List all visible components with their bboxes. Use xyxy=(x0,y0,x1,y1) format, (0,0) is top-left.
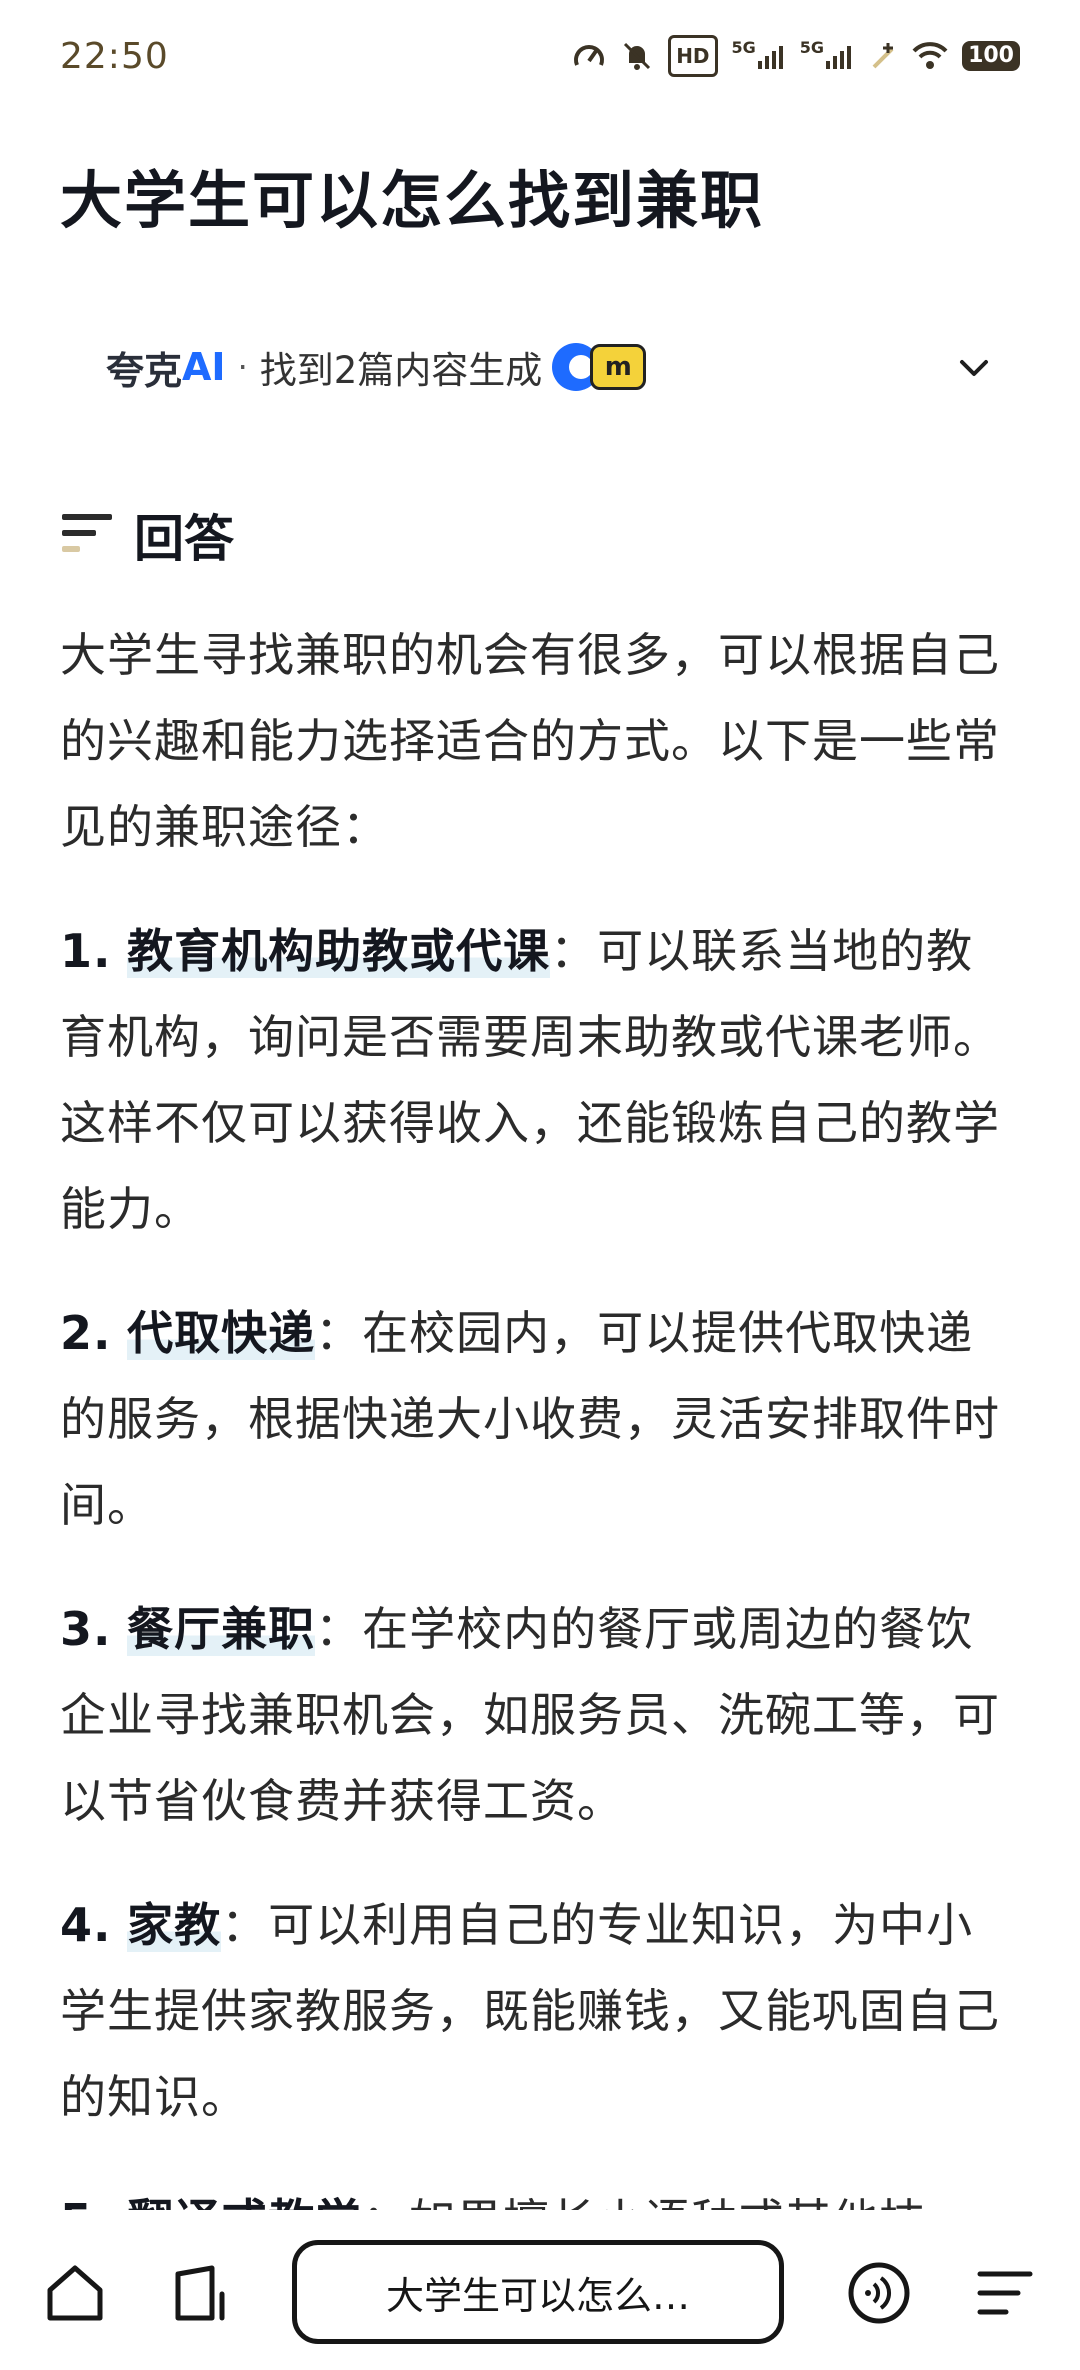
source-logos: m xyxy=(552,343,647,391)
answer-intro: 大学生寻找兼职的机会有很多，可以根据自己的兴趣和能力选择适合的方式。以下是一些常… xyxy=(60,628,1000,854)
answer-header: 回答 xyxy=(60,505,234,568)
brand-name: 夸克 xyxy=(106,348,183,393)
list-item: 1. 教育机构助教或代课：可以联系当地的教育机构，询问是否需要周末助教或代课老师… xyxy=(60,908,1020,1252)
item-text: 如果擅长小语种或其他技 xyxy=(409,2194,926,2210)
item-title: 教育机构助教或代课 xyxy=(127,924,551,978)
item-separator: ： xyxy=(315,1306,363,1360)
source-separator: · xyxy=(237,348,248,386)
item-separator: ： xyxy=(315,1602,363,1656)
menu-icon[interactable] xyxy=(972,2260,1038,2326)
bottom-nav: 大学生可以怎么… xyxy=(0,2210,1080,2370)
item-number: 4. xyxy=(60,1898,112,1952)
item-separator: ： xyxy=(362,2194,409,2210)
answer-title: 回答 xyxy=(134,510,234,568)
list-item: 3. 餐厅兼职：在学校内的餐厅或周边的餐饮企业寻找兼职机会，如服务员、洗碗工等，… xyxy=(60,1586,1020,1844)
voice-icon[interactable] xyxy=(846,2260,912,2326)
item-number: 2. xyxy=(60,1306,112,1360)
source-logo-m-icon: m xyxy=(590,344,647,390)
source-summary[interactable]: 夸克 AI · 找到2篇内容生成 m xyxy=(106,332,988,402)
query-pill-label: 大学生可以怎么… xyxy=(385,2273,690,2318)
list-item: 4. 家教：可以利用自己的专业知识，为中小学生提供家教服务，既能赚钱，又能巩固自… xyxy=(60,1882,1020,2140)
item-title: 翻译或教学 xyxy=(127,2194,363,2210)
answer-lines-icon xyxy=(62,514,112,552)
item-separator: ： xyxy=(221,1898,269,1952)
chevron-down-icon[interactable] xyxy=(954,348,994,388)
item-number: 3. xyxy=(60,1602,112,1656)
scroll-area[interactable]: 大学生可以怎么找到兼职 夸克 AI · 找到2篇内容生成 m 回答 大学生寻找兼职… xyxy=(0,0,1080,2210)
page-title: 大学生可以怎么找到兼职 xyxy=(60,164,765,237)
item-title: 代取快递 xyxy=(127,1306,316,1360)
item-separator: ： xyxy=(550,924,598,978)
list-item: 2. 代取快递：在校园内，可以提供代取快递的服务，根据快递大小收费，灵活安排取件… xyxy=(60,1290,1020,1548)
tabs-icon[interactable] xyxy=(168,2260,234,2326)
item-number: 1. xyxy=(60,924,112,978)
home-icon[interactable] xyxy=(42,2260,108,2326)
brand-ai: AI xyxy=(182,345,226,389)
query-pill-button[interactable]: 大学生可以怎么… xyxy=(292,2240,784,2344)
list-item: 5. 翻译或教学：如果擅长小语种或其他技 xyxy=(60,2178,1020,2210)
item-title: 家教 xyxy=(127,1898,222,1952)
source-count-text: 找到2篇内容生成 xyxy=(259,349,543,392)
item-number: 5. xyxy=(60,2194,111,2210)
answer-content: 大学生寻找兼职的机会有很多，可以根据自己的兴趣和能力选择适合的方式。以下是一些常… xyxy=(60,612,1020,2210)
item-title: 餐厅兼职 xyxy=(127,1602,316,1656)
